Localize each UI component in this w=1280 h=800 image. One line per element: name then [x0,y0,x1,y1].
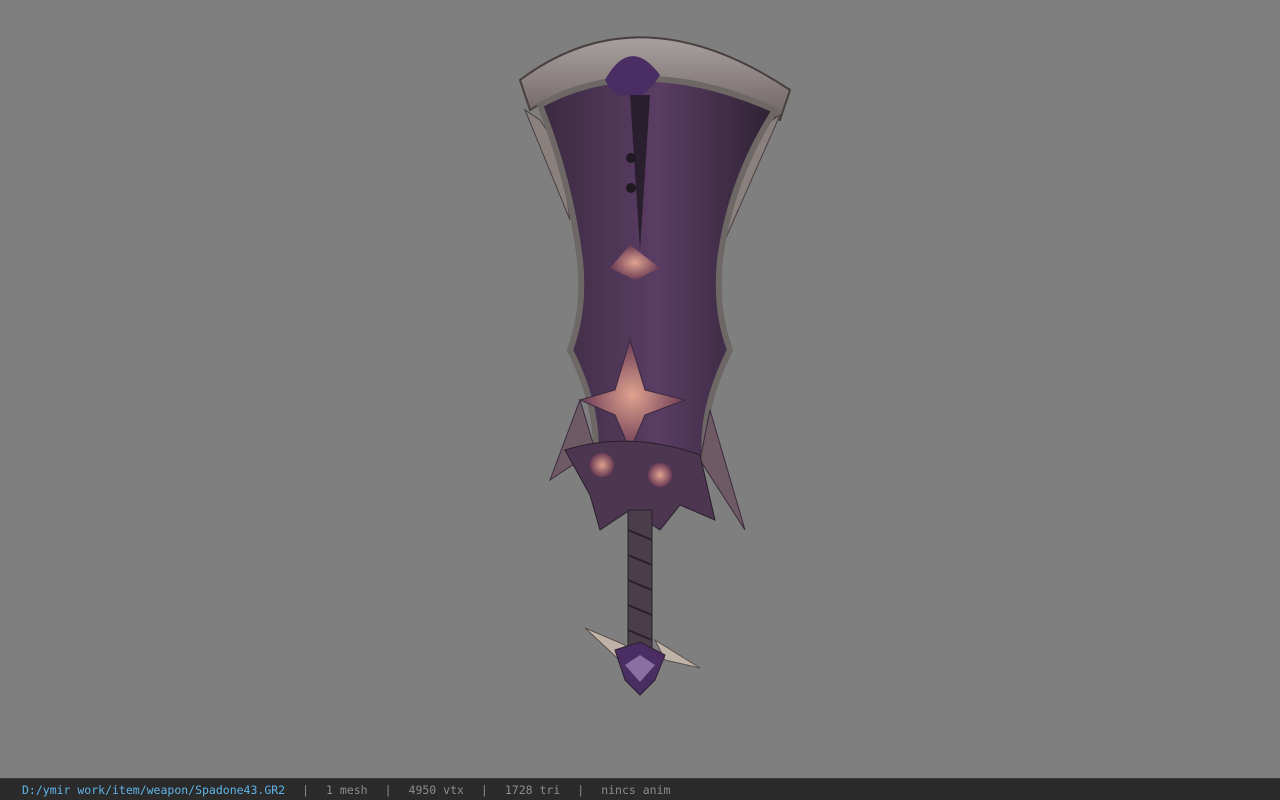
triangle-count: 1728 tri [504,782,561,797]
3d-viewport[interactable] [0,0,1280,778]
animation-status: nincs anim [601,782,671,797]
separator: | [384,782,392,797]
weapon-model-icon[interactable] [500,10,800,710]
status-bar: D:/ymir work/item/weapon/Spadone43.GR2 |… [0,778,1280,800]
vertex-count: 4950 vtx [408,782,464,797]
separator: | [302,782,310,797]
separator: | [480,782,488,797]
separator: | [577,782,585,797]
file-path: D:/ymir work/item/weapon/Spadone43.GR2 [22,782,286,797]
mesh-count: 1 mesh [326,782,368,797]
